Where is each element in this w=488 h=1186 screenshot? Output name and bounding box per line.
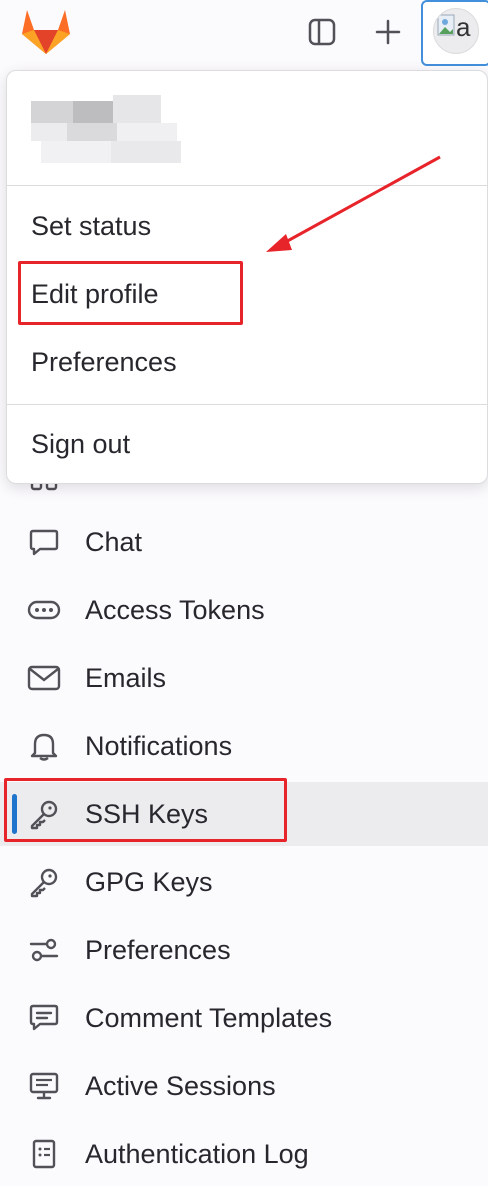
annotation-arrow <box>266 155 441 252</box>
